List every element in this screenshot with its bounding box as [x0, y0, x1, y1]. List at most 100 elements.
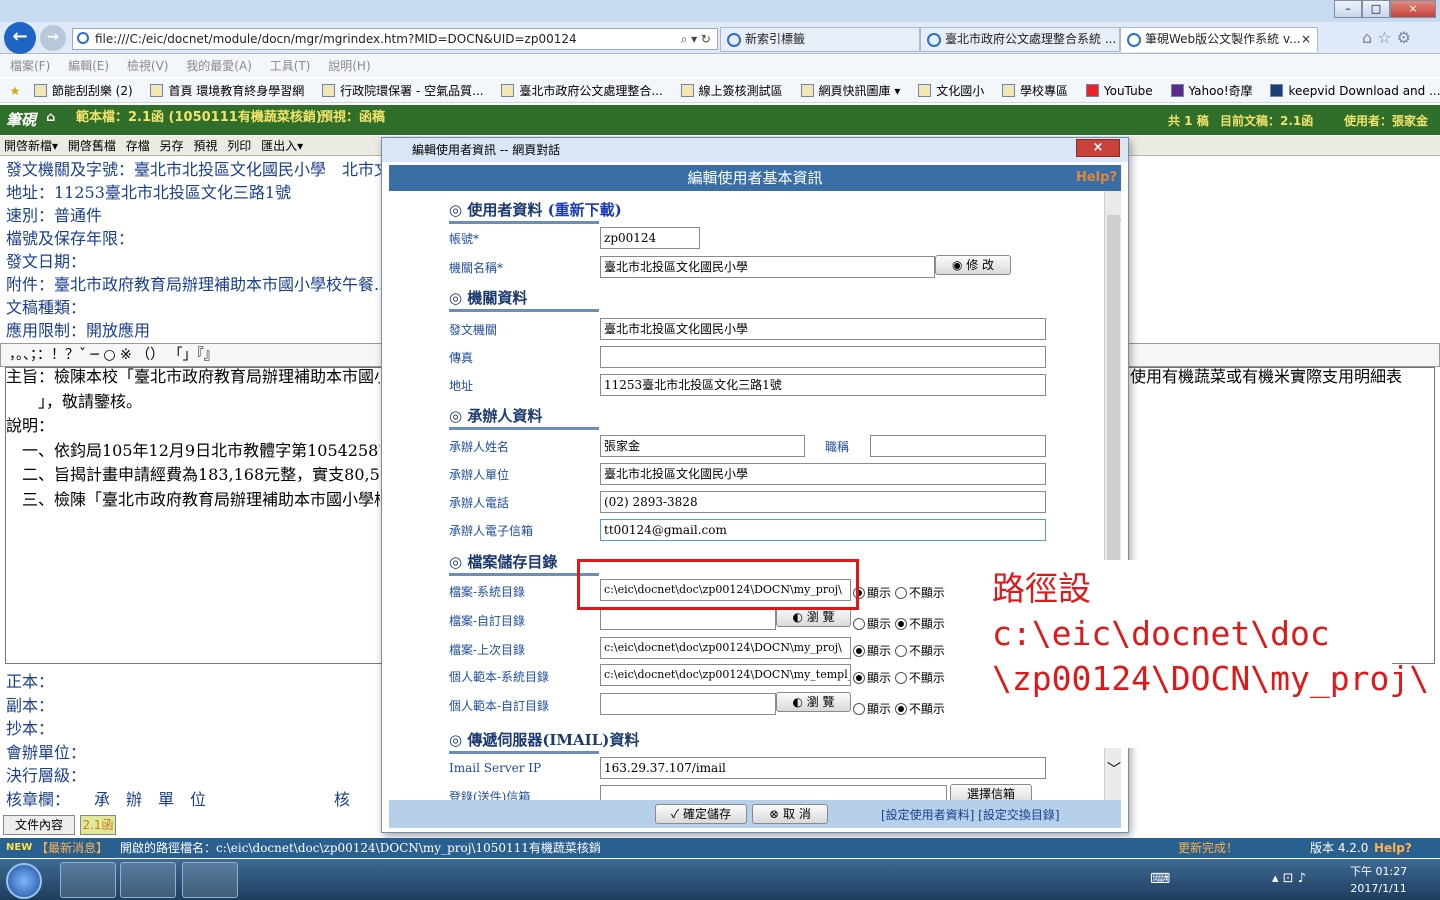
tab-draft[interactable]: 2.1函 — [80, 815, 116, 835]
help-link[interactable]: Help? — [1076, 165, 1117, 191]
fav-item[interactable]: 首頁 環境教育終身學習網 — [150, 79, 304, 103]
name-label: 承辦人姓名 — [449, 440, 510, 454]
unit-field[interactable]: 臺北市北投區文化國民小學 — [600, 463, 1046, 485]
open-new-button[interactable]: 開啓新檔 — [4, 139, 52, 153]
doc-line[interactable]: 附件：臺北市政府教育局辦理補助本市國小學校午餐... — [6, 275, 386, 294]
tab-active[interactable]: 筆硯Web版公文製作系統 v... × — [1120, 27, 1318, 52]
internet-explorer-icon[interactable] — [120, 862, 176, 898]
fav-item[interactable]: keepvid Download and ... — [1270, 79, 1440, 103]
fav-item[interactable]: 文化國小 — [918, 79, 984, 103]
keyboard-icon[interactable]: ⌨ — [1150, 871, 1170, 887]
tplcust-field[interactable] — [600, 693, 776, 715]
annotation-line: 路徑設 — [992, 569, 1091, 608]
clock[interactable]: 下午 01:27 2017/1/11 — [1350, 863, 1407, 897]
cancel-button[interactable]: ⊗ 取 消 — [752, 804, 828, 824]
start-button[interactable] — [6, 863, 42, 899]
footer-line[interactable]: 會辦單位： — [6, 741, 380, 765]
search-refresh-icons[interactable]: ⌕ ▾ ↻ — [681, 29, 711, 49]
tab-taipei-system[interactable]: 臺北市政府公文處理整合系統 ... — [920, 27, 1120, 52]
browse-button[interactable]: ◐ 瀏 覽 — [776, 692, 851, 712]
scroll-down-icon[interactable]: ﹀ — [1107, 759, 1121, 779]
tplsys-field[interactable]: c:\eic\docnet\doc\zp00124\DOCN\my_templ_… — [600, 664, 851, 686]
browse-button[interactable]: ◐ 瀏 覽 — [776, 607, 851, 627]
fav-item[interactable]: 線上簽核測試區 — [680, 79, 783, 103]
imail-field[interactable]: 163.29.37.107/imail — [600, 757, 1046, 779]
doc-line[interactable]: 應用限制：開放應用 — [6, 321, 150, 340]
footer-line[interactable]: 決行層級： — [6, 764, 380, 788]
fav-item[interactable]: 學校專區 — [1002, 79, 1068, 103]
tray-icons[interactable]: ▴ ⊡ ♪ — [1272, 871, 1306, 886]
menu-view[interactable]: 檢視(V) — [127, 59, 169, 73]
open-old-button[interactable]: 開啓舊檔 — [68, 139, 116, 153]
menu-help[interactable]: 說明(H) — [328, 59, 370, 73]
fav-item[interactable]: 網頁快訊圖庫 ▾ — [800, 79, 900, 103]
org-field[interactable]: 臺北市北投區文化國民小學 — [600, 256, 935, 278]
doc-line[interactable]: 文稿種類： — [6, 298, 86, 317]
custdir-visibility[interactable]: 顯示 不顯示 — [853, 615, 945, 632]
doc-line[interactable]: 發文日期： — [6, 252, 86, 271]
dialog-close-button[interactable]: × — [1076, 139, 1120, 157]
footer-line[interactable]: 副本： — [6, 694, 380, 718]
address-field[interactable]: 11253臺北市北投區文化三路1號 — [600, 374, 1046, 396]
close-window-button[interactable]: × — [1390, 0, 1436, 18]
doc-line[interactable]: 地址：11253臺北市北投區文化三路1號 — [6, 183, 291, 202]
doc-line[interactable]: 發文機關及字號：臺北市北投區文化國民小學 北市文 — [6, 160, 386, 179]
home-star-gear-icons[interactable]: ⌂ ☆ ⚙ — [1362, 28, 1411, 47]
footer-line[interactable]: 抄本： — [6, 717, 380, 741]
tplcust-visibility[interactable]: 顯示 不顯示 — [853, 700, 945, 717]
home-icon[interactable]: ⌂ — [46, 105, 55, 131]
job-title-field[interactable] — [870, 435, 1046, 457]
latest-news-link[interactable]: 【最新消息】 — [36, 838, 108, 858]
fax-field[interactable] — [600, 346, 1046, 368]
close-tab-icon[interactable]: × — [1301, 28, 1311, 51]
fav-item[interactable]: 臺北市政府公文處理整合... — [501, 79, 663, 103]
preview-button[interactable]: 預視 — [193, 139, 217, 153]
issuer-field[interactable]: 臺北市北投區文化國民小學 — [600, 318, 1046, 340]
status-help-link[interactable]: Help? — [1374, 838, 1412, 858]
fav-item[interactable]: Yahoo!奇摩 — [1170, 79, 1253, 103]
maximize-button[interactable]: □ — [1362, 0, 1390, 18]
settings-links[interactable]: [設定使用者資料] [設定交換目錄] — [881, 806, 1060, 823]
custdir-field[interactable] — [600, 608, 776, 630]
import-export-button[interactable]: 匯出入 — [261, 139, 297, 153]
reload-link[interactable]: (重新下載) — [548, 201, 622, 219]
save-as-button[interactable]: 另存 — [160, 139, 184, 153]
modify-button[interactable]: ◉ 修 改 — [935, 255, 1011, 275]
tplsys-visibility[interactable]: 顯示 不顯示 — [853, 669, 945, 686]
cancel-icon: ⊗ — [769, 807, 784, 821]
favorites-star-icon[interactable]: ★ — [0, 79, 30, 103]
chrome-icon[interactable] — [182, 862, 238, 898]
choose-mailbox-button[interactable]: 選擇信箱 — [950, 784, 1032, 800]
file-explorer-icon[interactable] — [60, 862, 116, 898]
confirm-save-button[interactable]: ✓ 確定儲存 — [655, 804, 747, 824]
fav-item[interactable]: 行政院環保署 - 空氣品質... — [322, 79, 484, 103]
phone-field[interactable]: (02) 2893-3828 — [600, 491, 1046, 513]
print-button[interactable]: 列印 — [227, 139, 251, 153]
menu-tools[interactable]: 工具(T) — [270, 59, 311, 73]
footer-line[interactable]: 正本： — [6, 670, 380, 694]
lastdir-visibility[interactable]: 顯示 不顯示 — [853, 642, 945, 659]
minimize-button[interactable]: – — [1334, 0, 1362, 18]
menu-edit[interactable]: 編輯(E) — [68, 59, 109, 73]
email-field[interactable]: tt00124@gmail.com — [600, 519, 1046, 541]
login-field[interactable] — [600, 785, 947, 800]
fav-item[interactable]: YouTube — [1085, 79, 1153, 103]
save-button[interactable]: 存檔 — [126, 139, 150, 153]
doc-line[interactable]: 檔號及保存年限： — [6, 229, 134, 248]
dialog-window-title: 編輯使用者資訊 -- 網頁對話 — [412, 143, 561, 157]
tab-new[interactable]: 新索引標籤 — [720, 27, 920, 52]
name-field[interactable]: 張家金 — [600, 435, 805, 457]
sysdir-visibility[interactable]: 顯示 不顯示 — [853, 584, 945, 601]
fav-item[interactable]: 節能刮刮樂 (2) — [33, 79, 133, 103]
doc-line[interactable]: 速別：普通件 — [6, 206, 102, 225]
forward-icon[interactable]: → — [40, 25, 66, 51]
menu-favorites[interactable]: 我的最愛(A) — [186, 59, 252, 73]
account-field[interactable]: zp00124 — [600, 227, 700, 249]
lastdir-field[interactable]: c:\eic\docnet\doc\zp00124\DOCN\my_proj\ — [600, 637, 851, 659]
back-icon[interactable]: ← — [4, 22, 36, 54]
folder-icon: ◐ — [792, 610, 807, 624]
tab-doc-content[interactable]: 文件內容 — [3, 815, 75, 835]
address-bar[interactable]: file:///C:/eic/docnet/module/docn/mgr/mg… — [72, 28, 718, 50]
menu-file[interactable]: 檔案(F) — [10, 59, 50, 73]
footer-line[interactable]: 核章欄： 承 辦 單 位 核 — [6, 788, 380, 812]
